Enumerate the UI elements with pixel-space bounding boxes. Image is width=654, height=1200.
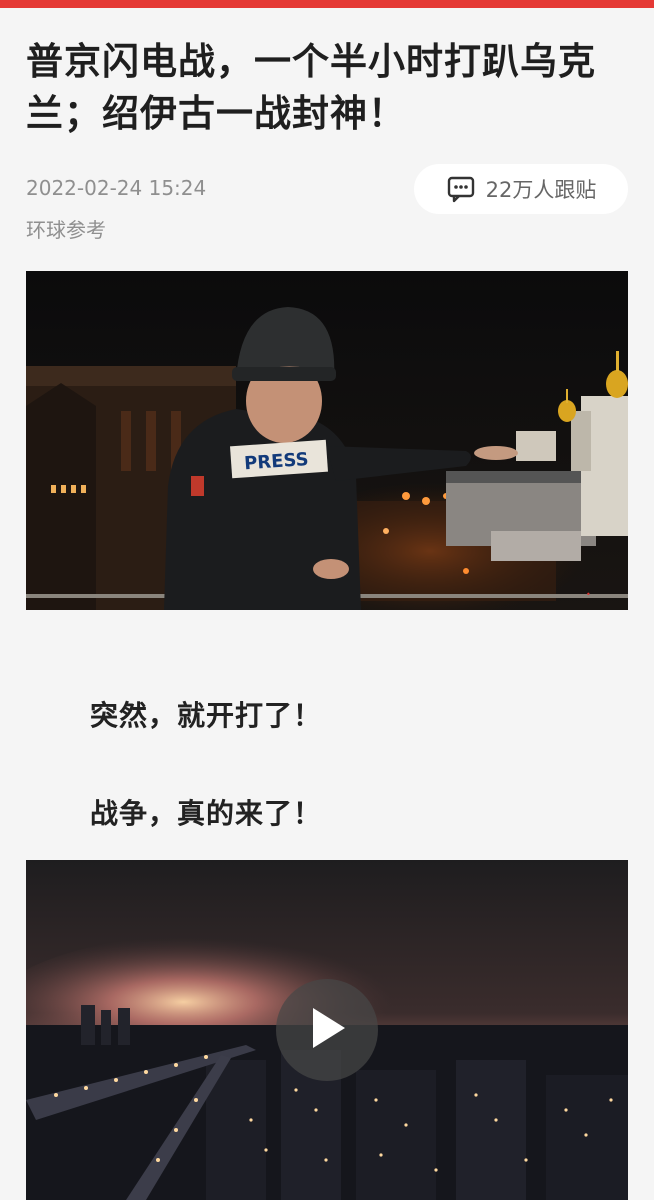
article-paragraph-1: 突然，就开打了！ bbox=[90, 699, 323, 732]
svg-text:•: • bbox=[586, 590, 591, 599]
article-title: 普京闪电战，一个半小时打趴乌克兰；绍伊古一战封神！ bbox=[26, 40, 596, 135]
top-accent-bar bbox=[0, 0, 654, 8]
article-source[interactable]: 环球参考 bbox=[26, 214, 106, 243]
article-image-reporter[interactable]: PRESS • bbox=[26, 271, 628, 610]
comment-bubble-icon bbox=[446, 174, 476, 204]
press-badge-text: PRESS bbox=[244, 449, 310, 474]
play-icon bbox=[307, 1006, 347, 1054]
comments-button[interactable]: 22万人跟贴 bbox=[414, 164, 628, 214]
publish-date: 2022-02-24 15:24 bbox=[26, 176, 207, 200]
comments-count-label: 22万人跟贴 bbox=[485, 178, 597, 202]
reporter-photo: PRESS • bbox=[26, 271, 628, 610]
article-paragraph-2: 战争，真的来了！ bbox=[90, 797, 323, 830]
video-play-button[interactable] bbox=[276, 979, 378, 1081]
